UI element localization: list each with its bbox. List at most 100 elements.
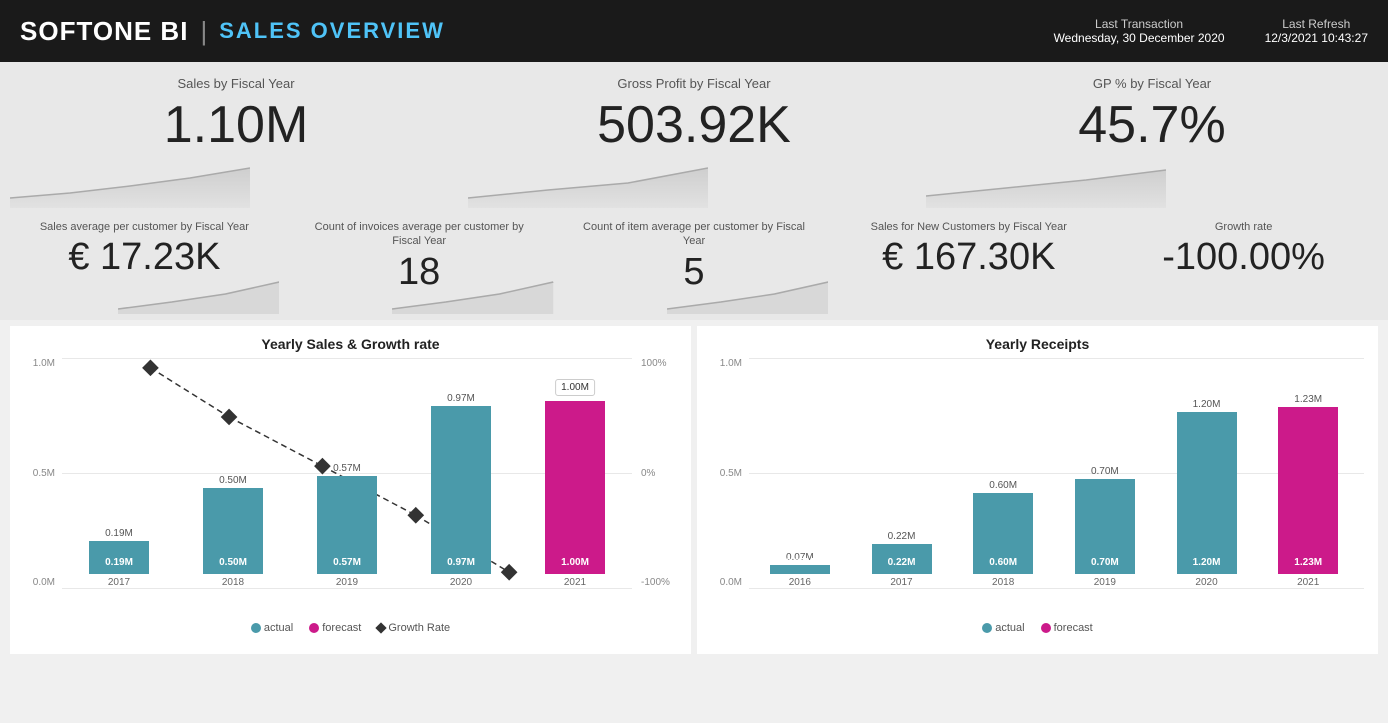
- kpi-row1: Sales by Fiscal Year 1.10M Gross Profit …: [10, 68, 1378, 208]
- bar-label-top: 0.19M: [105, 528, 133, 539]
- bar: 0.70M: [1075, 479, 1135, 574]
- kpi-small-title: Count of item average per customer by Fi…: [574, 220, 815, 249]
- bar-group: 0.07M 0.07M 2016: [759, 552, 841, 588]
- legend-dot: [251, 623, 261, 633]
- bar: 1.23M: [1278, 407, 1338, 574]
- kpi-card-sales-fiscal-year: Sales by Fiscal Year 1.10M: [10, 68, 462, 208]
- legend-item: Growth Rate: [377, 622, 450, 634]
- bar-value-inside: 0.07M: [786, 557, 814, 568]
- header-right: Last Transaction Wednesday, 30 December …: [1054, 17, 1368, 45]
- right-bars-container: 0.07M 0.07M 2016 0.22M 0.22M 2017 0.60M …: [749, 358, 1359, 588]
- legend-dot: [309, 623, 319, 633]
- kpi-title: Gross Profit by Fiscal Year: [482, 76, 906, 91]
- sparkline: [10, 158, 250, 208]
- bar-value-inside: 1.20M: [1193, 557, 1221, 568]
- bar-year-label: 2016: [789, 577, 811, 588]
- last-transaction-block: Last Transaction Wednesday, 30 December …: [1054, 17, 1225, 45]
- bar-year-label: 2018: [992, 577, 1014, 588]
- bar: 0.07M: [770, 565, 830, 574]
- legend-item: forecast: [309, 622, 361, 634]
- bar-year-label: 2018: [222, 577, 244, 588]
- kpi-small-growth-rate-kpi: Growth rate -100.00%: [1109, 214, 1378, 314]
- bar-value-inside: 0.60M: [989, 557, 1017, 568]
- right-chart-panel: Yearly Receipts 1.0M 0.5M 0.0M 0.07M 0.0…: [697, 326, 1378, 654]
- bar-group: 0.19M 0.19M 2017: [72, 528, 166, 588]
- bar-label-top: 0.97M: [447, 393, 475, 404]
- kpi-small-value: € 17.23K: [24, 238, 265, 276]
- last-refresh-label: Last Refresh: [1265, 17, 1368, 31]
- bar-group: 0.50M 0.50M 2018: [186, 475, 280, 588]
- bar-year-label: 2017: [890, 577, 912, 588]
- left-bars-container: 0.19M 0.19M 2017 0.50M 0.50M 2018 0.57M …: [62, 358, 632, 588]
- right-chart-area: 1.0M 0.5M 0.0M 0.07M 0.07M 2016 0.22M 0.…: [711, 358, 1364, 618]
- bar-tooltip: 1.00M: [555, 379, 595, 396]
- bar-group: 0.97M 0.97M 2020: [414, 393, 508, 588]
- bar-label-top: 0.50M: [219, 475, 247, 486]
- right-chart-y-axis: 1.0M 0.5M 0.0M: [711, 358, 746, 588]
- kpi-value: 1.10M: [24, 99, 448, 151]
- legend-dot: [982, 623, 992, 633]
- bar: 0.50M: [203, 488, 263, 574]
- bar: 0.22M: [872, 544, 932, 574]
- bar-group: 1.23M 1.23M 2021: [1267, 394, 1349, 588]
- kpi-title: GP % by Fiscal Year: [940, 76, 1364, 91]
- bar-year-label: 2017: [108, 577, 130, 588]
- bar: 0.97M: [431, 406, 491, 574]
- kpi-section: Sales by Fiscal Year 1.10M Gross Profit …: [0, 62, 1388, 320]
- bar-year-label: 2020: [1195, 577, 1217, 588]
- bar-year-label: 2019: [336, 577, 358, 588]
- legend-diamond: [376, 622, 387, 633]
- kpi-value: 45.7%: [940, 99, 1364, 151]
- last-refresh-value: 12/3/2021 10:43:27: [1265, 31, 1368, 45]
- legend-dot: [1041, 623, 1051, 633]
- kpi-small-title: Growth rate: [1123, 220, 1364, 234]
- kpi-card-gross-profit-fiscal-year: Gross Profit by Fiscal Year 503.92K: [468, 68, 920, 208]
- bar-year-label: 2021: [564, 577, 586, 588]
- bar-label-top: 1.20M: [1193, 399, 1221, 410]
- bar: 0.19M: [89, 541, 149, 574]
- bar-group: 0.60M 0.60M 2018: [962, 480, 1044, 588]
- bar-value-inside: 0.57M: [333, 557, 361, 568]
- bar-label-top: 0.57M: [333, 463, 361, 474]
- kpi-title: Sales by Fiscal Year: [24, 76, 448, 91]
- left-chart-legend: actual forecast Growth Rate: [24, 622, 677, 634]
- legend-item: actual: [251, 622, 293, 634]
- bar-group: 0.22M 0.22M 2017: [861, 531, 943, 588]
- header-divider: |: [200, 16, 207, 47]
- kpi-small-title: Sales average per customer by Fiscal Yea…: [24, 220, 265, 234]
- last-transaction-label: Last Transaction: [1054, 17, 1225, 31]
- legend-item: forecast: [1041, 622, 1093, 634]
- right-y-axis: 100% 0% -100%: [637, 358, 677, 588]
- kpi-small-title: Count of invoices average per customer b…: [299, 220, 540, 249]
- sparkline-small: [118, 274, 279, 314]
- kpi-small-sales-new-customers: Sales for New Customers by Fiscal Year €…: [834, 214, 1103, 314]
- sparkline: [468, 158, 708, 208]
- bar-label-top: 0.22M: [888, 531, 916, 542]
- charts-section: Yearly Sales & Growth rate 1.0M 0.5M 0.0…: [0, 320, 1388, 660]
- bar: 1.20M: [1177, 412, 1237, 574]
- bar-label-top: 1.23M: [1294, 394, 1322, 405]
- bar-value-inside: 0.22M: [888, 557, 916, 568]
- brand-name: SOFTONE BI: [20, 16, 188, 47]
- left-chart-area: 1.0M 0.5M 0.0M 100% 0% -100%: [24, 358, 677, 618]
- kpi-small-value: € 167.30K: [848, 238, 1089, 276]
- right-chart-title: Yearly Receipts: [711, 336, 1364, 352]
- sparkline-small: [392, 274, 553, 314]
- left-y-axis: 1.0M 0.5M 0.0M: [24, 358, 59, 588]
- right-chart-legend: actualforecast: [711, 622, 1364, 634]
- bar-value-inside: 0.70M: [1091, 557, 1119, 568]
- kpi-small-sales-avg-customer: Sales average per customer by Fiscal Yea…: [10, 214, 279, 314]
- bar-group: 0.57M 0.57M 2019: [300, 463, 394, 588]
- bar-value-inside: 1.23M: [1294, 557, 1322, 568]
- last-transaction-value: Wednesday, 30 December 2020: [1054, 31, 1225, 45]
- bar-year-label: 2019: [1094, 577, 1116, 588]
- bar: 0.60M: [973, 493, 1033, 574]
- sparkline-small: [667, 274, 828, 314]
- bar-group: 0.70M 0.70M 2019: [1064, 466, 1146, 588]
- bar-year-label: 2021: [1297, 577, 1319, 588]
- bar-label-top: 0.70M: [1091, 466, 1119, 477]
- bar-year-label: 2020: [450, 577, 472, 588]
- bar-value-inside: 1.00M: [561, 557, 589, 568]
- page-title: SALES OVERVIEW: [219, 18, 445, 44]
- bar-value-inside: 0.19M: [105, 557, 133, 568]
